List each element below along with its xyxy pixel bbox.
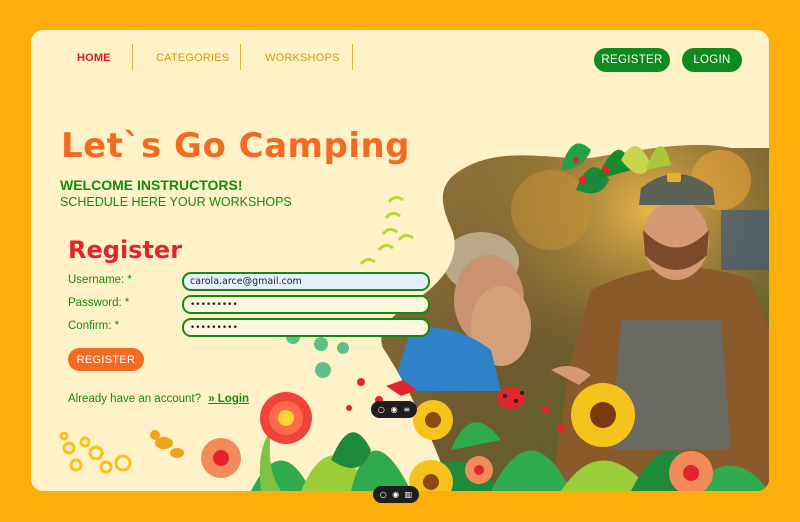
comment-icon[interactable]: ○: [380, 490, 387, 499]
welcome-heading: WELCOME INSTRUCTORS!: [60, 177, 243, 193]
nav-divider: [132, 44, 133, 70]
login-link[interactable]: » Login: [208, 393, 249, 405]
register-button[interactable]: REGISTER: [594, 48, 670, 72]
comment-icon[interactable]: ○: [378, 405, 385, 414]
top-nav: HOME CATEGORIES WORKSHOPS REGISTER LOGIN: [31, 30, 769, 90]
nav-divider: [240, 44, 241, 70]
confirm-field[interactable]: •••••••••: [182, 318, 430, 337]
confirm-label: Confirm: *: [68, 320, 120, 332]
nav-categories[interactable]: CATEGORIES: [156, 52, 229, 64]
nav-home[interactable]: HOME: [77, 52, 111, 64]
submit-register-button[interactable]: REGISTER: [68, 348, 144, 371]
floating-toolbar: ○ ◉ ≡: [371, 401, 417, 418]
password-field[interactable]: •••••••••: [182, 295, 430, 314]
login-button[interactable]: LOGIN: [682, 48, 742, 72]
book-icon[interactable]: ▥: [405, 490, 413, 499]
username-label: Username: *: [68, 274, 132, 286]
nav-divider: [352, 44, 353, 70]
swirl-decoration: [359, 195, 414, 265]
main-card: HOME CATEGORIES WORKSHOPS REGISTER LOGIN…: [31, 30, 769, 491]
welcome-subtitle: SCHEDULE HERE YOUR WORKSHOPS: [60, 195, 292, 209]
nav-workshops[interactable]: WORKSHOPS: [265, 52, 340, 64]
login-prompt-text: Already have an account?: [68, 393, 201, 405]
login-prompt: Already have an account? » Login: [68, 393, 249, 405]
eye-icon[interactable]: ◉: [392, 490, 399, 499]
page-title: Let`s Go Camping: [61, 126, 411, 166]
register-title: Register: [68, 236, 183, 264]
password-label: Password: *: [68, 297, 130, 309]
eye-icon[interactable]: ◉: [391, 405, 398, 414]
username-field[interactable]: carola.arce@gmail.com: [182, 272, 430, 291]
menu-icon[interactable]: ≡: [403, 405, 410, 414]
bottom-toolbar: ○ ◉ ▥: [373, 486, 419, 503]
